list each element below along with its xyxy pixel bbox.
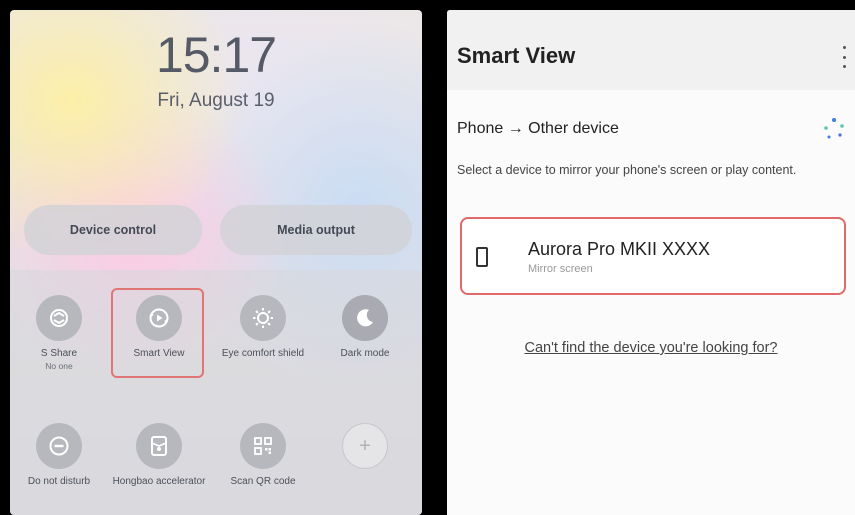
device-list-item[interactable]: Aurora Pro MKII XXXX Mirror screen	[460, 217, 846, 295]
smart-view-screen: Smart View Phone → Other device Select a…	[447, 10, 855, 515]
media-output-button[interactable]: Media output	[220, 205, 412, 255]
section-title: Phone → Other device	[457, 120, 619, 137]
smart-view-icon	[136, 295, 182, 341]
eye-comfort-icon	[240, 295, 286, 341]
device-control-button[interactable]: Device control	[24, 205, 202, 255]
quick-panel: 15:17 Fri, August 19 Device control Medi…	[10, 10, 422, 515]
tile-label: S Share	[40, 348, 78, 359]
tile-smart-view[interactable]: Smart View	[111, 285, 207, 385]
description: Select a device to mirror your phone's s…	[457, 163, 797, 177]
moon-icon	[342, 295, 388, 341]
add-symbol: +	[359, 434, 371, 457]
add-icon: +	[342, 423, 388, 469]
tile-label: Scan QR code	[230, 476, 296, 487]
tile-s-share[interactable]: S Share No one	[11, 285, 107, 385]
page-title: Smart View	[457, 43, 576, 68]
tile-add[interactable]: +	[317, 413, 413, 513]
do-not-disturb-icon	[36, 423, 82, 469]
app-header: Smart View	[447, 10, 855, 90]
clock-date: Fri, August 19	[157, 90, 275, 111]
s-share-icon	[36, 295, 82, 341]
tile-sublabel: No one	[45, 361, 73, 371]
tile-scan-qr[interactable]: Scan QR code	[215, 413, 311, 513]
qr-code-icon	[240, 423, 286, 469]
tile-label: Eye comfort shield	[221, 348, 305, 359]
device-subtitle: Mirror screen	[528, 263, 593, 275]
scanning-spinner-icon	[824, 118, 844, 139]
hongbao-icon	[136, 423, 182, 469]
cant-find-device-link[interactable]: Can't find the device you're looking for…	[447, 340, 855, 356]
device-name: Aurora Pro MKII XXXX	[528, 239, 711, 259]
tile-dark-mode[interactable]: Dark mode	[317, 285, 413, 385]
phone-icon	[476, 247, 488, 267]
more-options-icon[interactable]	[841, 46, 847, 68]
tile-do-not-disturb[interactable]: Do not disturb	[11, 413, 107, 513]
tile-label: Dark mode	[340, 348, 390, 359]
tile-hongbao[interactable]: Hongbao accelerator	[111, 413, 207, 513]
tile-eye-comfort[interactable]: Eye comfort shield	[215, 285, 311, 385]
tile-label: Smart View	[133, 348, 185, 359]
clock-time: 15:17	[155, 27, 277, 83]
tile-label: Hongbao accelerator	[112, 476, 206, 487]
tile-label: Do not disturb	[27, 476, 91, 487]
